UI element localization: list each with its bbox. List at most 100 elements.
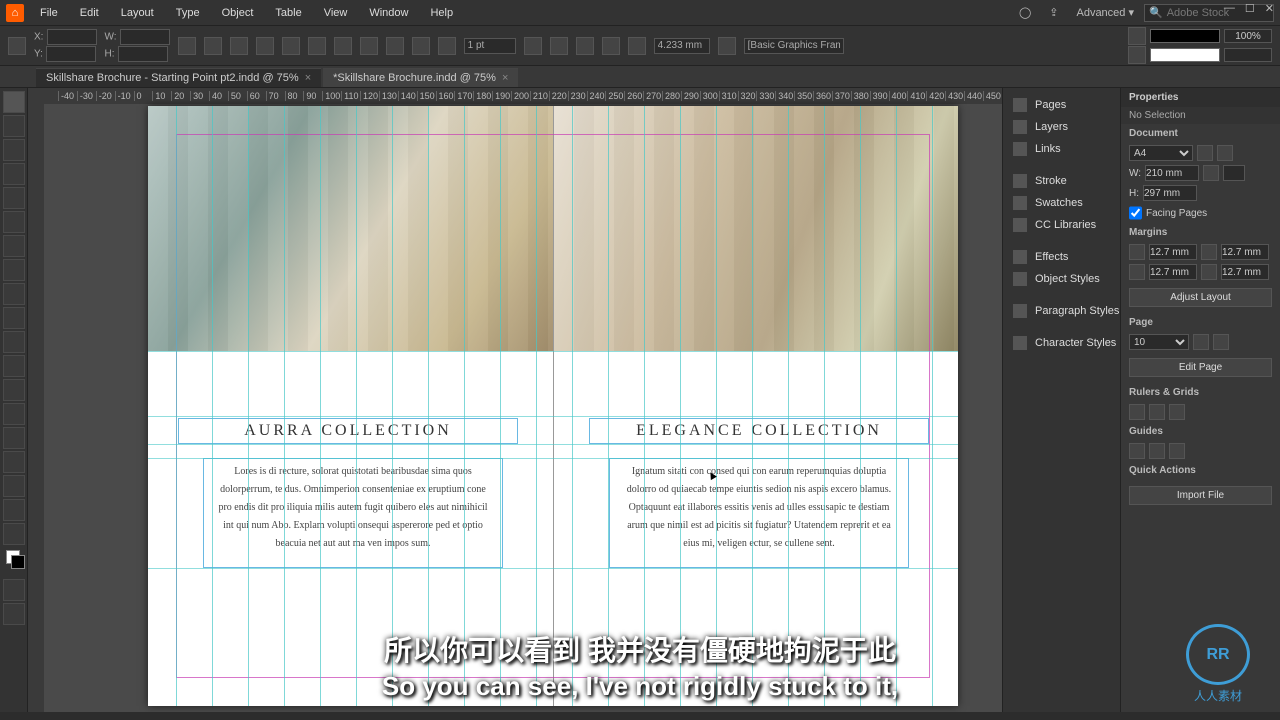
gradient-feather-tool[interactable] [3,427,25,449]
margin-bottom-field[interactable] [1149,264,1197,280]
heading-frame-left[interactable]: AURRA COLLECTION [178,418,518,444]
menu-edit[interactable]: Edit [70,3,109,23]
select-content-icon[interactable] [438,37,456,55]
home-icon[interactable]: ⌂ [6,4,24,22]
zoom-tool[interactable] [3,523,25,545]
panel-object-styles[interactable]: Object Styles [1003,268,1120,290]
adjust-layout-button[interactable]: Adjust Layout [1129,288,1272,307]
menu-view[interactable]: View [314,3,358,23]
panel-paragraph-styles[interactable]: Paragraph Styles [1003,300,1120,322]
panel-stroke[interactable]: Stroke [1003,170,1120,192]
page-delete-icon[interactable] [1213,334,1229,350]
rotate-cw-icon[interactable] [334,37,352,55]
margin-top-field[interactable] [1149,244,1197,260]
margin-left-field[interactable] [1221,244,1269,260]
page-tool[interactable] [3,139,25,161]
pages-field[interactable] [1223,165,1245,181]
fill-swatch[interactable] [1150,29,1220,43]
menu-object[interactable]: Object [212,3,264,23]
body-frame-right[interactable]: Ignatum sitati con consed qui con earum … [609,458,909,568]
help-search-icon[interactable]: ◯ [1011,2,1039,23]
panel-links[interactable]: Links [1003,138,1120,160]
fill-stroke-swap[interactable] [3,547,25,577]
scissors-tool[interactable] [3,355,25,377]
stroke-tint[interactable] [1224,48,1272,62]
orientation-landscape-icon[interactable] [1217,145,1233,161]
page-number-select[interactable]: 10 [1129,334,1189,350]
rectangle-frame-tool[interactable] [3,307,25,329]
scale-x-icon[interactable] [204,37,222,55]
wrap-offset-field[interactable] [654,38,710,54]
margin-right-field[interactable] [1221,264,1269,280]
panel-swatches[interactable]: Swatches [1003,192,1120,214]
gap-tool[interactable] [3,163,25,185]
doc-w-field[interactable] [1145,165,1199,181]
photo-left[interactable] [148,106,553,351]
apply-color-tool[interactable] [3,579,25,601]
close-tab-icon[interactable]: × [502,72,508,84]
type-tool[interactable] [3,211,25,233]
canvas[interactable]: -40-30-20-100102030405060708090100110120… [28,88,1002,712]
baseline-grid-icon[interactable] [1149,404,1165,420]
share-icon[interactable]: ⇪ [1041,2,1066,23]
maximize-icon[interactable]: ☐ [1245,2,1255,15]
stroke-swatch-icon[interactable] [1128,46,1146,64]
menu-file[interactable]: File [30,3,68,23]
doc-h-field[interactable] [1143,185,1197,201]
shear-icon[interactable] [282,37,300,55]
import-file-button[interactable]: Import File [1129,486,1272,505]
close-icon[interactable]: ✕ [1265,2,1274,15]
workspace-switcher[interactable]: Advanced ▾ [1068,2,1142,23]
corner-options-icon[interactable] [550,37,568,55]
orientation-portrait-icon[interactable] [1197,145,1213,161]
menu-type[interactable]: Type [166,3,210,23]
panel-character-styles[interactable]: Character Styles [1003,332,1120,354]
show-guides-icon[interactable] [1129,443,1145,459]
lock-guides-icon[interactable] [1149,443,1165,459]
menu-table[interactable]: Table [265,3,311,23]
menu-layout[interactable]: Layout [111,3,164,23]
effects-icon[interactable] [576,37,594,55]
menu-help[interactable]: Help [420,3,463,23]
stroke-weight-field[interactable] [464,38,516,54]
y-field[interactable] [46,46,96,62]
minimize-icon[interactable]: — [1224,2,1235,15]
frame-fitting-icon[interactable] [718,37,736,55]
body-frame-left[interactable]: Lores is di recture, solorat quistotati … [203,458,503,568]
selection-tool[interactable] [3,91,25,113]
fill-tint[interactable]: 100% [1224,29,1272,43]
text-wrap-bbox-icon[interactable] [628,37,646,55]
tab-doc-1[interactable]: Skillshare Brochure - Starting Point pt2… [36,68,321,87]
rulers-icon[interactable] [1129,404,1145,420]
pen-tool[interactable] [3,259,25,281]
photo-right[interactable] [554,106,958,351]
object-style-field[interactable] [744,38,844,54]
w-field[interactable] [120,29,170,45]
heading-frame-right[interactable]: ELEGANCE COLLECTION [589,418,929,444]
close-tab-icon[interactable]: × [305,72,311,84]
page-size-select[interactable]: A4 [1129,145,1193,161]
facing-pages-checkbox[interactable] [1129,205,1142,221]
select-container-icon[interactable] [412,37,430,55]
note-tool[interactable] [3,451,25,473]
stroke-swatch[interactable] [1150,48,1220,62]
panel-layers[interactable]: Layers [1003,116,1120,138]
h-field[interactable] [118,46,168,62]
flip-h-icon[interactable] [360,37,378,55]
stroke-align-icon[interactable] [524,37,542,55]
page-new-icon[interactable] [1193,334,1209,350]
pages-icon[interactable] [1203,165,1219,181]
direct-selection-tool[interactable] [3,115,25,137]
reference-point-icon[interactable] [8,37,26,55]
screen-mode-tool[interactable] [3,603,25,625]
edit-page-button[interactable]: Edit Page [1129,358,1272,377]
panel-effects[interactable]: Effects [1003,246,1120,268]
free-transform-tool[interactable] [3,379,25,401]
rectangle-tool[interactable] [3,331,25,353]
smart-guides-icon[interactable] [1169,443,1185,459]
tab-doc-2[interactable]: *Skillshare Brochure.indd @ 75%× [323,68,518,87]
flip-v-icon[interactable] [386,37,404,55]
document-grid-icon[interactable] [1169,404,1185,420]
constrain-icon[interactable] [178,37,196,55]
scale-y-icon[interactable] [230,37,248,55]
